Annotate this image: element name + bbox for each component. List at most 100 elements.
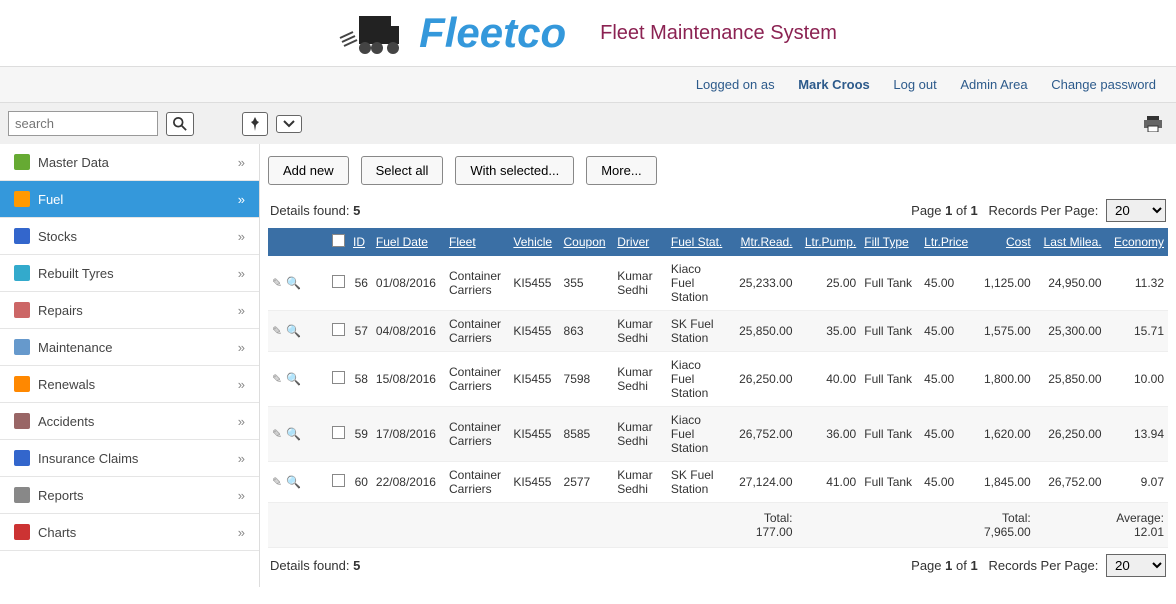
sidebar-item-repairs[interactable]: Repairs » bbox=[0, 292, 259, 329]
row-checkbox[interactable] bbox=[332, 275, 345, 288]
sidebar-item-label: Insurance Claims bbox=[38, 451, 138, 466]
cell-date: 04/08/2016 bbox=[372, 311, 445, 352]
col-fuel-date[interactable]: Fuel Date bbox=[372, 228, 445, 256]
sidebar-item-rebuilt-tyres[interactable]: Rebuilt Tyres» bbox=[0, 255, 259, 292]
col-fleet[interactable]: Fleet bbox=[445, 228, 509, 256]
sidebar-item-charts[interactable]: Charts» bbox=[0, 514, 259, 551]
sidebar-icon bbox=[14, 302, 30, 318]
sidebar-item-label: Rebuilt Tyres bbox=[38, 266, 114, 281]
cell-vehicle: KI5455 bbox=[509, 352, 559, 407]
cell-date: 15/08/2016 bbox=[372, 352, 445, 407]
col-fill-type[interactable]: Fill Type bbox=[860, 228, 920, 256]
dropdown-button[interactable] bbox=[276, 115, 302, 133]
col-ltr-price[interactable]: Ltr.Price bbox=[920, 228, 976, 256]
cell-cost: 1,620.00 bbox=[976, 407, 1035, 462]
top-toolbar bbox=[0, 103, 1176, 144]
cell-date: 22/08/2016 bbox=[372, 462, 445, 503]
col-cost[interactable]: Cost bbox=[976, 228, 1035, 256]
col-mtr-read[interactable]: Mtr.Read. bbox=[731, 228, 797, 256]
add-new-button[interactable]: Add new bbox=[268, 156, 349, 185]
cell-vehicle: KI5455 bbox=[509, 462, 559, 503]
cell-fleet: Container Carriers bbox=[445, 407, 509, 462]
col-fuel-stat[interactable]: Fuel Stat. bbox=[667, 228, 731, 256]
view-icon[interactable]: 🔍 bbox=[286, 427, 301, 441]
with-selected-button[interactable]: With selected... bbox=[455, 156, 574, 185]
select-all-checkbox[interactable] bbox=[332, 234, 345, 247]
col-vehicle[interactable]: Vehicle bbox=[509, 228, 559, 256]
view-icon[interactable]: 🔍 bbox=[286, 475, 301, 489]
chevron-right-icon: » bbox=[238, 155, 245, 170]
sidebar-icon bbox=[14, 413, 30, 429]
admin-area-link[interactable]: Admin Area bbox=[960, 77, 1027, 92]
sidebar-item-accidents[interactable]: Accidents» bbox=[0, 403, 259, 440]
cell-fleet: Container Carriers bbox=[445, 352, 509, 407]
cell-driver: Kumar Sedhi bbox=[613, 407, 667, 462]
cell-econ: 13.94 bbox=[1106, 407, 1168, 462]
sidebar-item-stocks[interactable]: Stocks» bbox=[0, 218, 259, 255]
cell-fleet: Container Carriers bbox=[445, 256, 509, 311]
view-icon[interactable]: 🔍 bbox=[286, 324, 301, 338]
row-checkbox[interactable] bbox=[332, 323, 345, 336]
cell-station: Kiaco Fuel Station bbox=[667, 256, 731, 311]
col-ltr-pump[interactable]: Ltr.Pump. bbox=[797, 228, 861, 256]
edit-icon[interactable]: ✎ bbox=[272, 427, 282, 441]
edit-icon[interactable]: ✎ bbox=[272, 372, 282, 386]
cell-coupon: 8585 bbox=[560, 407, 614, 462]
sidebar-item-label: Renewals bbox=[38, 377, 95, 392]
sidebar-item-label: Accidents bbox=[38, 414, 94, 429]
sidebar-icon bbox=[14, 265, 30, 281]
cell-id: 60 bbox=[349, 462, 372, 503]
print-button[interactable] bbox=[1138, 112, 1168, 136]
logout-link[interactable]: Log out bbox=[893, 77, 936, 92]
col-last-milea[interactable]: Last Milea. bbox=[1035, 228, 1106, 256]
user-bar: Logged on as Mark Croos Log out Admin Ar… bbox=[0, 66, 1176, 103]
sidebar-item-master-data[interactable]: Master Data» bbox=[0, 144, 259, 181]
sidebar-icon bbox=[14, 487, 30, 503]
cell-ltr: 36.00 bbox=[797, 407, 861, 462]
sidebar-item-maintenance[interactable]: Maintenance» bbox=[0, 329, 259, 366]
action-bar: Add new Select all With selected... More… bbox=[268, 148, 1168, 193]
logged-on-label: Logged on as Mark Croos bbox=[676, 77, 874, 92]
records-per-page-select-bottom[interactable]: 20 bbox=[1106, 554, 1166, 577]
row-checkbox[interactable] bbox=[332, 474, 345, 487]
select-all-button[interactable]: Select all bbox=[361, 156, 444, 185]
edit-icon[interactable]: ✎ bbox=[272, 324, 282, 338]
more-button[interactable]: More... bbox=[586, 156, 656, 185]
sidebar-item-reports[interactable]: Reports» bbox=[0, 477, 259, 514]
sidebar-item-label: Repairs bbox=[38, 303, 83, 318]
search-input[interactable] bbox=[8, 111, 158, 136]
view-icon[interactable]: 🔍 bbox=[286, 276, 301, 290]
sidebar-item-label: Fuel bbox=[38, 192, 63, 207]
cell-id: 56 bbox=[349, 256, 372, 311]
records-per-page-select[interactable]: 20 bbox=[1106, 199, 1166, 222]
col-economy[interactable]: Economy bbox=[1106, 228, 1168, 256]
change-password-link[interactable]: Change password bbox=[1051, 77, 1156, 92]
col-driver[interactable]: Driver bbox=[613, 228, 667, 256]
sidebar: Master Data»Fuel»Stocks»Rebuilt Tyres»Re… bbox=[0, 144, 260, 587]
col-coupon[interactable]: Coupon bbox=[560, 228, 614, 256]
chevron-right-icon: » bbox=[238, 229, 245, 244]
cell-driver: Kumar Sedhi bbox=[613, 311, 667, 352]
pin-button[interactable] bbox=[242, 112, 268, 136]
row-checkbox[interactable] bbox=[332, 426, 345, 439]
edit-icon[interactable]: ✎ bbox=[272, 276, 282, 290]
table-row: ✎🔍5815/08/2016Container CarriersKI545575… bbox=[268, 352, 1168, 407]
cell-station: Kiaco Fuel Station bbox=[667, 407, 731, 462]
main-content: Add new Select all With selected... More… bbox=[260, 144, 1176, 587]
row-checkbox[interactable] bbox=[332, 371, 345, 384]
sidebar-item-fuel[interactable]: Fuel» bbox=[0, 181, 259, 218]
search-button[interactable] bbox=[166, 112, 194, 136]
cell-station: Kiaco Fuel Station bbox=[667, 352, 731, 407]
edit-icon[interactable]: ✎ bbox=[272, 475, 282, 489]
chevron-right-icon: » bbox=[238, 303, 245, 318]
cell-price: 45.00 bbox=[920, 352, 976, 407]
view-icon[interactable]: 🔍 bbox=[286, 372, 301, 386]
sidebar-item-renewals[interactable]: Renewals» bbox=[0, 366, 259, 403]
cell-econ: 10.00 bbox=[1106, 352, 1168, 407]
cell-last: 25,300.00 bbox=[1035, 311, 1106, 352]
sidebar-item-insurance-claims[interactable]: Insurance Claims» bbox=[0, 440, 259, 477]
fuel-table: ID Fuel Date Fleet Vehicle Coupon Driver… bbox=[268, 228, 1168, 548]
col-id[interactable]: ID bbox=[349, 228, 372, 256]
sidebar-item-label: Reports bbox=[38, 488, 84, 503]
cell-cost: 1,845.00 bbox=[976, 462, 1035, 503]
